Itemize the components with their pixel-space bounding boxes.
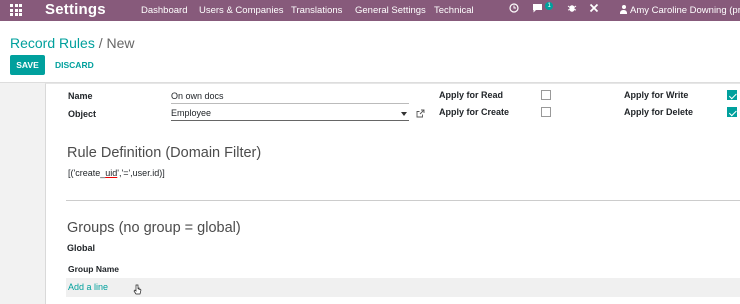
name-label: Name bbox=[68, 91, 93, 101]
messages-chat-icon[interactable] bbox=[532, 3, 543, 16]
activity-clock-icon[interactable] bbox=[509, 3, 519, 16]
group-name-column-header[interactable]: Group Name bbox=[68, 264, 119, 274]
menu-general-settings[interactable]: General Settings bbox=[355, 5, 426, 16]
domain-filter-input[interactable]: [('create_uid','=',user.id)] bbox=[68, 168, 165, 178]
debug-bug-icon[interactable] bbox=[567, 3, 577, 16]
add-line-row: Add a line bbox=[66, 278, 740, 297]
rule-definition-title: Rule Definition (Domain Filter) bbox=[67, 145, 262, 161]
apply-delete-checkbox[interactable] bbox=[727, 107, 737, 117]
apply-create-label: Apply for Create bbox=[439, 107, 510, 117]
breadcrumb: Record Rules / New bbox=[10, 35, 135, 51]
section-divider bbox=[66, 200, 740, 201]
user-icon bbox=[620, 5, 627, 14]
breadcrumb-separator: / bbox=[98, 35, 103, 51]
menu-dashboard[interactable]: Dashboard bbox=[141, 5, 187, 16]
groups-title: Groups (no group = global) bbox=[67, 220, 241, 236]
user-menu[interactable]: Amy Caroline Downing (priv bbox=[620, 5, 740, 16]
mouse-pointer-icon bbox=[133, 284, 142, 295]
add-line-link[interactable]: Add a line bbox=[68, 282, 108, 292]
apply-read-checkbox[interactable] bbox=[541, 90, 551, 100]
apply-write-label: Apply for Write bbox=[624, 90, 689, 100]
domain-suffix: ','=',user.id)] bbox=[117, 168, 165, 178]
external-link-icon[interactable] bbox=[416, 109, 425, 118]
menu-users-companies[interactable]: Users & Companies bbox=[199, 5, 283, 16]
top-navbar: Settings Dashboard Users & Companies Tra… bbox=[0, 0, 740, 21]
apply-create-checkbox[interactable] bbox=[541, 107, 551, 117]
form-sheet: Name On own docs Object Employee Apply f… bbox=[45, 83, 740, 304]
discard-button[interactable]: DISCARD bbox=[55, 60, 94, 70]
global-label: Global bbox=[67, 243, 96, 253]
name-input[interactable]: On own docs bbox=[171, 91, 409, 104]
app-title: Settings bbox=[45, 1, 106, 18]
domain-uid: uid bbox=[105, 168, 118, 178]
save-button[interactable]: SAVE bbox=[10, 55, 45, 75]
menu-technical[interactable]: Technical bbox=[434, 5, 474, 16]
user-name: Amy Caroline Downing (priv bbox=[630, 5, 740, 16]
object-label: Object bbox=[68, 109, 97, 119]
object-select[interactable]: Employee bbox=[171, 106, 409, 121]
messages-badge: 1 bbox=[545, 2, 554, 10]
domain-prefix: [('create_ bbox=[68, 168, 106, 178]
breadcrumb-current: New bbox=[106, 35, 135, 51]
apply-delete-label: Apply for Delete bbox=[624, 107, 694, 117]
menu-translations[interactable]: Translations bbox=[291, 5, 342, 16]
breadcrumb-record-rules[interactable]: Record Rules bbox=[10, 35, 95, 51]
apply-write-checkbox[interactable] bbox=[727, 90, 737, 100]
apply-read-label: Apply for Read bbox=[439, 90, 504, 100]
chevron-down-icon bbox=[401, 112, 407, 116]
object-value: Employee bbox=[171, 108, 212, 118]
tools-cross-icon[interactable] bbox=[589, 3, 599, 16]
apps-menu-icon[interactable] bbox=[10, 4, 22, 16]
control-panel: Record Rules / New SAVE DISCARD bbox=[0, 21, 740, 83]
